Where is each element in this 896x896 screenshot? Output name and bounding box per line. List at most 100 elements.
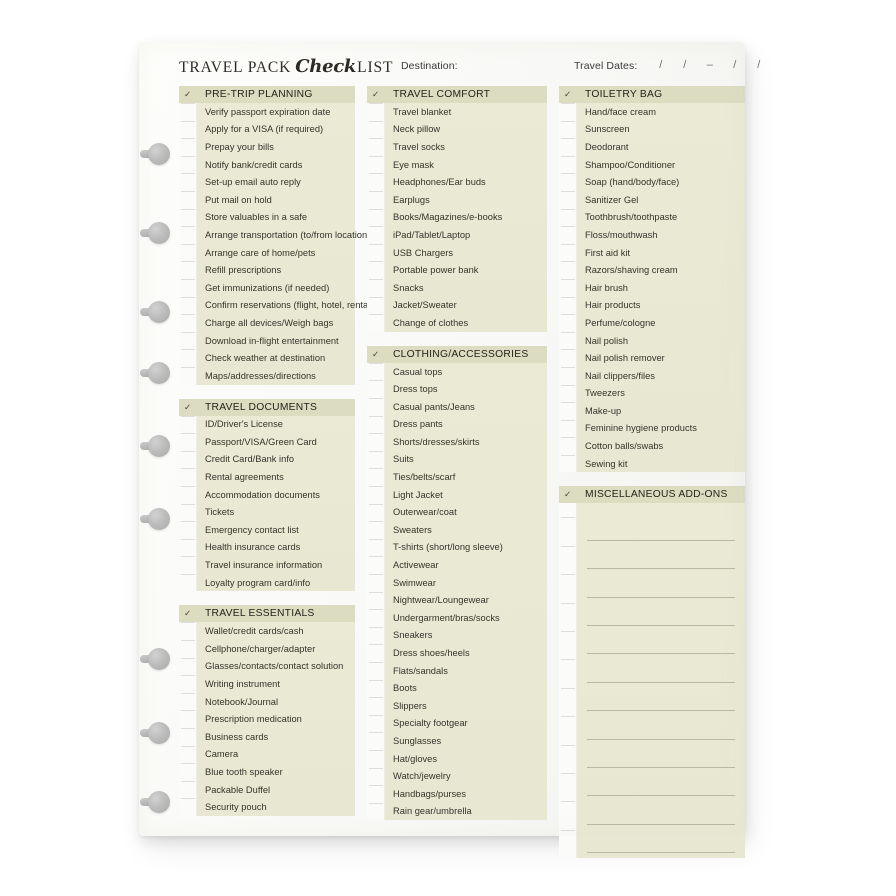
write-in-line[interactable]	[576, 830, 745, 858]
write-in-line[interactable]	[576, 603, 745, 631]
write-in-line[interactable]	[576, 745, 745, 773]
checklist-item[interactable]: Hat/gloves	[384, 750, 547, 768]
checklist-item[interactable]: Casual tops	[384, 363, 547, 381]
checklist-item[interactable]: Jacket/Sweater	[384, 297, 547, 315]
checklist-item[interactable]: Portable power bank	[384, 261, 547, 279]
checklist-item[interactable]: Writing instrument	[196, 675, 355, 693]
write-in-line[interactable]	[576, 517, 745, 545]
date-slot[interactable]: /	[649, 59, 673, 71]
checklist-item[interactable]: Packable Duffel	[196, 781, 355, 799]
checklist-item[interactable]: Sweaters	[384, 521, 547, 539]
check-icon[interactable]: ✓	[179, 605, 196, 623]
checklist-item[interactable]: Neck pillow	[384, 121, 547, 139]
checklist-item[interactable]: Sewing kit	[576, 455, 745, 473]
write-in-line[interactable]	[576, 716, 745, 744]
checklist-item[interactable]: Snacks	[384, 279, 547, 297]
checkbox-gutter[interactable]	[559, 86, 577, 473]
checklist-item[interactable]: Headphones/Ear buds	[384, 173, 547, 191]
checklist-item[interactable]: Emergency contact list	[196, 521, 355, 539]
checklist-item[interactable]: Accommodation documents	[196, 486, 355, 504]
checklist-item[interactable]: Business cards	[196, 728, 355, 746]
write-in-line[interactable]	[576, 574, 745, 602]
section-header[interactable]: ✓ PRE-TRIP PLANNING	[179, 86, 355, 103]
checklist-item[interactable]: Health insurance cards	[196, 539, 355, 557]
checklist-item[interactable]: Notebook/Journal	[196, 693, 355, 711]
checklist-item[interactable]: Suits	[384, 451, 547, 469]
checklist-item[interactable]: Refill prescriptions	[196, 261, 355, 279]
checklist-item[interactable]: Eye mask	[384, 156, 547, 174]
checklist-item[interactable]: Swimwear	[384, 574, 547, 592]
checklist-item[interactable]: Razors/shaving cream	[576, 261, 745, 279]
checklist-item[interactable]: Activewear	[384, 556, 547, 574]
checkbox-gutter[interactable]	[559, 486, 577, 859]
checklist-item[interactable]: Deodorant	[576, 138, 745, 156]
checklist-item[interactable]: Soap (hand/body/face)	[576, 173, 745, 191]
write-in-line[interactable]	[576, 659, 745, 687]
check-icon[interactable]: ✓	[559, 86, 576, 103]
checklist-item[interactable]: Books/Magazines/e-books	[384, 209, 547, 227]
write-in-line[interactable]	[576, 631, 745, 659]
checklist-item[interactable]: Shorts/dresses/skirts	[384, 433, 547, 451]
checklist-item[interactable]: Flats/sandals	[384, 662, 547, 680]
date-slot[interactable]: /	[723, 59, 747, 71]
checklist-item[interactable]: Check weather at destination	[196, 349, 355, 367]
checklist-item[interactable]: Dress tops	[384, 380, 547, 398]
checklist-item[interactable]: Earplugs	[384, 191, 547, 209]
checklist-item[interactable]: Floss/mouthwash	[576, 226, 745, 244]
check-icon[interactable]: ✓	[559, 486, 576, 504]
checkbox-gutter[interactable]	[179, 605, 197, 816]
checklist-item[interactable]: Sneakers	[384, 627, 547, 645]
checklist-item[interactable]: Cotton balls/swabs	[576, 437, 745, 455]
section-header[interactable]: ✓ TOILETRY BAG	[559, 86, 745, 103]
checklist-item[interactable]: Hair products	[576, 297, 745, 315]
checklist-item[interactable]: Cellphone/charger/adapter	[196, 640, 355, 658]
date-separator-dash[interactable]: –	[697, 59, 723, 71]
checklist-item[interactable]: Dress pants	[384, 416, 547, 434]
checklist-item[interactable]: T-shirts (short/long sleeve)	[384, 539, 547, 557]
check-icon[interactable]: ✓	[367, 345, 384, 363]
checklist-item[interactable]: Hand/face cream	[576, 103, 745, 121]
checkbox-gutter[interactable]	[179, 86, 197, 385]
checkbox-gutter[interactable]	[179, 398, 197, 592]
checklist-item[interactable]: Confirm reservations (flight, hotel, ren…	[196, 297, 373, 315]
checklist-item[interactable]: Blue tooth speaker	[196, 763, 355, 781]
checklist-item[interactable]: Put mail on hold	[196, 191, 355, 209]
checklist-item[interactable]: ID/Driver's License	[196, 416, 355, 434]
checklist-item[interactable]: Ties/belts/scarf	[384, 468, 547, 486]
section-header[interactable]: ✓ TRAVEL ESSENTIALS	[179, 605, 355, 623]
date-slot[interactable]: /	[747, 59, 771, 71]
section-header[interactable]: ✓ MISCELLANEOUS ADD-ONS	[559, 486, 745, 504]
checklist-item[interactable]: Sunglasses	[384, 732, 547, 750]
checklist-item[interactable]: Sunscreen	[576, 121, 745, 139]
check-icon[interactable]: ✓	[367, 86, 384, 103]
checklist-item[interactable]: Glasses/contacts/contact solution	[196, 658, 355, 676]
checklist-item[interactable]: Set-up email auto reply	[196, 173, 355, 191]
checklist-item[interactable]: Credit Card/Bank info	[196, 451, 355, 469]
checklist-item[interactable]: Nail polish remover	[576, 349, 745, 367]
checklist-item[interactable]: iPad/Tablet/Laptop	[384, 226, 547, 244]
checklist-item[interactable]: Specialty footgear	[384, 715, 547, 733]
checklist-item[interactable]: Charge all devices/Weigh bags	[196, 314, 355, 332]
checklist-item[interactable]: Travel insurance information	[196, 556, 355, 574]
checklist-item[interactable]: Toothbrush/toothpaste	[576, 209, 745, 227]
checklist-item[interactable]: Outerwear/coat	[384, 503, 547, 521]
checklist-item[interactable]: Light Jacket	[384, 486, 547, 504]
checklist-item[interactable]: Travel socks	[384, 138, 547, 156]
checkbox-gutter[interactable]	[367, 345, 385, 821]
write-in-line[interactable]	[576, 546, 745, 574]
checklist-item[interactable]: Rain gear/umbrella	[384, 803, 547, 821]
checklist-item[interactable]: Sanitizer Gel	[576, 191, 745, 209]
write-in-line[interactable]	[576, 801, 745, 829]
checklist-item[interactable]: Prescription medication	[196, 710, 355, 728]
checklist-item[interactable]: First aid kit	[576, 244, 745, 262]
checklist-item[interactable]: Shampoo/Conditioner	[576, 156, 745, 174]
write-in-line[interactable]	[576, 773, 745, 801]
checklist-item[interactable]: Maps/addresses/directions	[196, 367, 355, 385]
checklist-item[interactable]: Tweezers	[576, 385, 745, 403]
date-slot[interactable]: /	[673, 59, 697, 71]
checklist-item[interactable]: Prepay your bills	[196, 138, 355, 156]
checklist-item[interactable]: Arrange transportation (to/from location…	[196, 226, 370, 244]
checklist-item[interactable]: Store valuables in a safe	[196, 209, 355, 227]
checklist-item[interactable]: Watch/jewelry	[384, 767, 547, 785]
checklist-item[interactable]: Change of clothes	[384, 314, 547, 332]
